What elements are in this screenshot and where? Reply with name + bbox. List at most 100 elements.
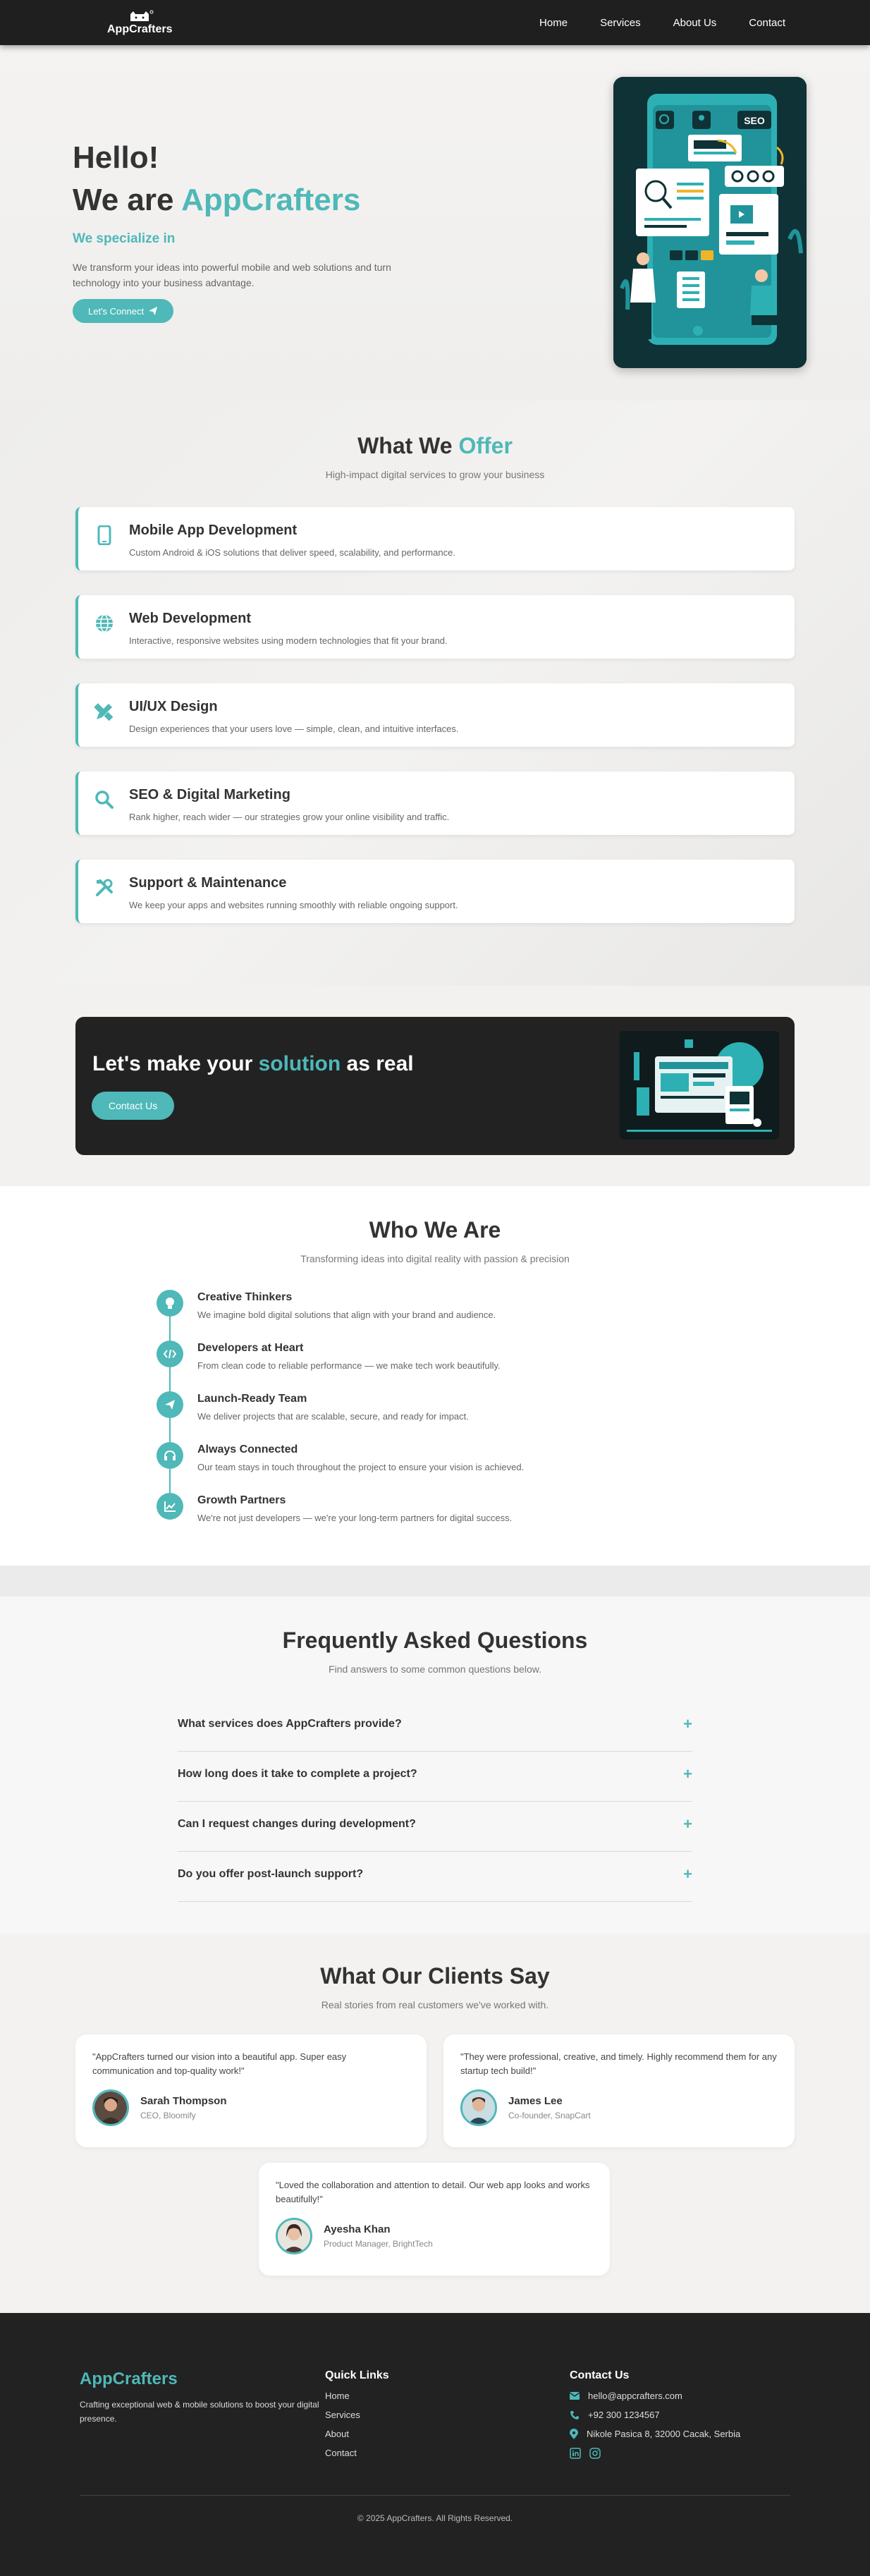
nav-link-contact[interactable]: Contact: [749, 17, 785, 29]
footer-brand: AppCrafters: [80, 2369, 178, 2388]
timeline: Creative Thinkers We imagine bold digital…: [157, 1290, 580, 1544]
timeline-description: We deliver projects that are scalable, s…: [197, 1411, 469, 1422]
service-description: Rank higher, reach wider — our strategie…: [129, 812, 450, 822]
contact-email[interactable]: hello@appcrafters.com: [570, 2391, 740, 2401]
timeline-item: Always Connected Our team stays in touch …: [157, 1442, 580, 1493]
footer-contact: Contact Us hello@appcrafters.com +92 300…: [570, 2369, 740, 2459]
timeline-description: From clean code to reliable performance …: [197, 1360, 501, 1371]
footer-tagline: Crafting exceptional web & mobile soluti…: [80, 2400, 319, 2424]
timeline-description: We imagine bold digital solutions that a…: [197, 1310, 496, 1320]
timeline-item: Creative Thinkers We imagine bold digital…: [157, 1290, 580, 1341]
service-title: Support & Maintenance: [129, 875, 287, 891]
hero-description: We transform your ideas into powerful mo…: [73, 262, 391, 288]
contact-address: Nikole Pasica 8, 32000 Cacak, Serbia: [570, 2429, 740, 2439]
hero-text: Hello! We are AppCrafters We specialize …: [73, 137, 439, 323]
testimonial-quote: "They were professional, creative, and t…: [460, 2051, 777, 2076]
service-card-mobile[interactable]: Mobile App Development Custom Android & i…: [75, 507, 795, 570]
faq-item[interactable]: How long does it take to complete a proj…: [178, 1752, 692, 1802]
service-card-seo[interactable]: SEO & Digital Marketing Rank higher, reac…: [75, 771, 795, 835]
plus-icon[interactable]: +: [683, 1765, 692, 1783]
service-card-support[interactable]: Support & Maintenance We keep your apps a…: [75, 860, 795, 923]
service-description: Design experiences that your users love …: [129, 724, 459, 734]
faq-question: Do you offer post-launch support?: [178, 1868, 364, 1880]
testimonial-card: "Loved the collaboration and attention t…: [259, 2163, 610, 2276]
nav-link-home[interactable]: Home: [539, 17, 568, 29]
seo-badge-text: SEO: [744, 115, 765, 126]
avatar: [92, 2089, 129, 2126]
testimonial-person: Ayesha Khan Product Manager, BrightTech: [276, 2218, 593, 2254]
hero-heading: We are AppCrafters: [73, 179, 439, 221]
services-section: What We Offer High-impact digital servic…: [0, 401, 870, 986]
testimonial-card: "AppCrafters turned our vision into a be…: [75, 2034, 427, 2147]
faq-list: What services does AppCrafters provide? +…: [178, 1702, 692, 1902]
contact-phone[interactable]: +92 300 1234567: [570, 2410, 740, 2420]
testimonials-title: What Our Clients Say: [320, 1963, 550, 1989]
phone-icon: [570, 2410, 579, 2419]
cta-illustration: [620, 1031, 779, 1140]
timeline-title: Launch-Ready Team: [197, 1393, 307, 1405]
faq-section: Frequently Asked Questions Find answers …: [0, 1597, 870, 1934]
paper-plane-icon: [157, 1391, 183, 1418]
plus-icon[interactable]: +: [683, 1865, 692, 1884]
avatar: [276, 2218, 312, 2254]
testimonial-name: Ayesha Khan: [324, 2223, 391, 2235]
service-description: We keep your apps and websites running s…: [129, 900, 458, 910]
footer-link-contact[interactable]: Contact: [325, 2448, 389, 2458]
timeline-description: Our team stays in touch throughout the p…: [197, 1462, 525, 1472]
hero-illustration: SEO: [613, 77, 807, 368]
service-title: SEO & Digital Marketing: [129, 787, 290, 802]
contact-email-text: hello@appcrafters.com: [588, 2391, 682, 2401]
cta-banner: Let's make your solution as real Contact…: [75, 1017, 795, 1155]
footer-link-home[interactable]: Home: [325, 2391, 389, 2401]
copyright: © 2025 AppCrafters. All Rights Reserved.: [357, 2513, 513, 2523]
timeline-title: Creative Thinkers: [197, 1291, 293, 1303]
service-description: Interactive, responsive websites using m…: [129, 635, 448, 646]
hero-heading-prefix: We are: [73, 183, 182, 217]
service-title: Web Development: [129, 611, 251, 626]
avatar: [460, 2089, 497, 2126]
faq-item[interactable]: Can I request changes during development…: [178, 1802, 692, 1852]
timeline-title: Growth Partners: [197, 1494, 286, 1506]
globe-icon: [94, 614, 115, 635]
cta-title-suffix: as real: [341, 1052, 414, 1075]
faq-item[interactable]: Do you offer post-launch support? +: [178, 1852, 692, 1902]
nav-link-about[interactable]: About Us: [673, 17, 717, 29]
faq-item[interactable]: What services does AppCrafters provide? +: [178, 1702, 692, 1752]
hero-subtitle: We specialize in: [73, 231, 176, 246]
instagram-icon[interactable]: [589, 2448, 601, 2459]
testimonial-role: Co-founder, SnapCart: [508, 2111, 591, 2120]
service-list: Mobile App Development Custom Android & i…: [75, 507, 795, 923]
faq-subtitle: Find answers to some common questions be…: [329, 1664, 541, 1675]
section-divider: [0, 1565, 870, 1597]
testimonial-card: "They were professional, creative, and t…: [443, 2034, 795, 2147]
testimonial-person: James Lee Co-founder, SnapCart: [460, 2089, 778, 2126]
linkedin-icon[interactable]: [570, 2448, 581, 2459]
footer: AppCrafters Crafting exceptional web & m…: [0, 2313, 870, 2576]
plus-icon[interactable]: +: [683, 1815, 692, 1833]
who-title: Who We Are: [369, 1217, 501, 1243]
timeline-item: Launch-Ready Team We deliver projects tha…: [157, 1391, 580, 1442]
testimonial-name: Sarah Thompson: [140, 2095, 227, 2107]
timeline-description: We're not just developers — we're your l…: [197, 1513, 513, 1523]
logo-text: AppCrafters: [107, 23, 173, 35]
navbar: AppCrafters Home Services About Us Conta…: [0, 0, 870, 45]
service-title: Mobile App Development: [129, 523, 298, 538]
cta-title: Let's make your solution as real: [92, 1052, 414, 1076]
contact-address-text: Nikole Pasica 8, 32000 Cacak, Serbia: [587, 2429, 741, 2439]
testimonials-section: What Our Clients Say Real stories from r…: [0, 1934, 870, 2313]
cta-title-accent: solution: [258, 1052, 341, 1075]
nav-link-services[interactable]: Services: [600, 17, 641, 29]
lets-connect-button[interactable]: Let's Connect: [73, 299, 174, 323]
contact-us-button[interactable]: Contact Us: [92, 1092, 175, 1120]
plus-icon[interactable]: +: [683, 1715, 692, 1733]
hero-heading-brand: AppCrafters: [181, 183, 361, 217]
service-card-uiux[interactable]: UI/UX Design Design experiences that your…: [75, 683, 795, 747]
timeline-title: Developers at Heart: [197, 1342, 304, 1354]
footer-link-services[interactable]: Services: [325, 2410, 389, 2420]
quick-links-list: Home Services About Contact: [325, 2391, 389, 2458]
footer-link-about[interactable]: About: [325, 2429, 389, 2439]
service-card-web[interactable]: Web Development Interactive, responsive w…: [75, 595, 795, 659]
nav-links: Home Services About Us Contact: [539, 17, 785, 29]
quick-links-title: Quick Links: [325, 2369, 389, 2381]
logo[interactable]: AppCrafters: [107, 10, 172, 36]
